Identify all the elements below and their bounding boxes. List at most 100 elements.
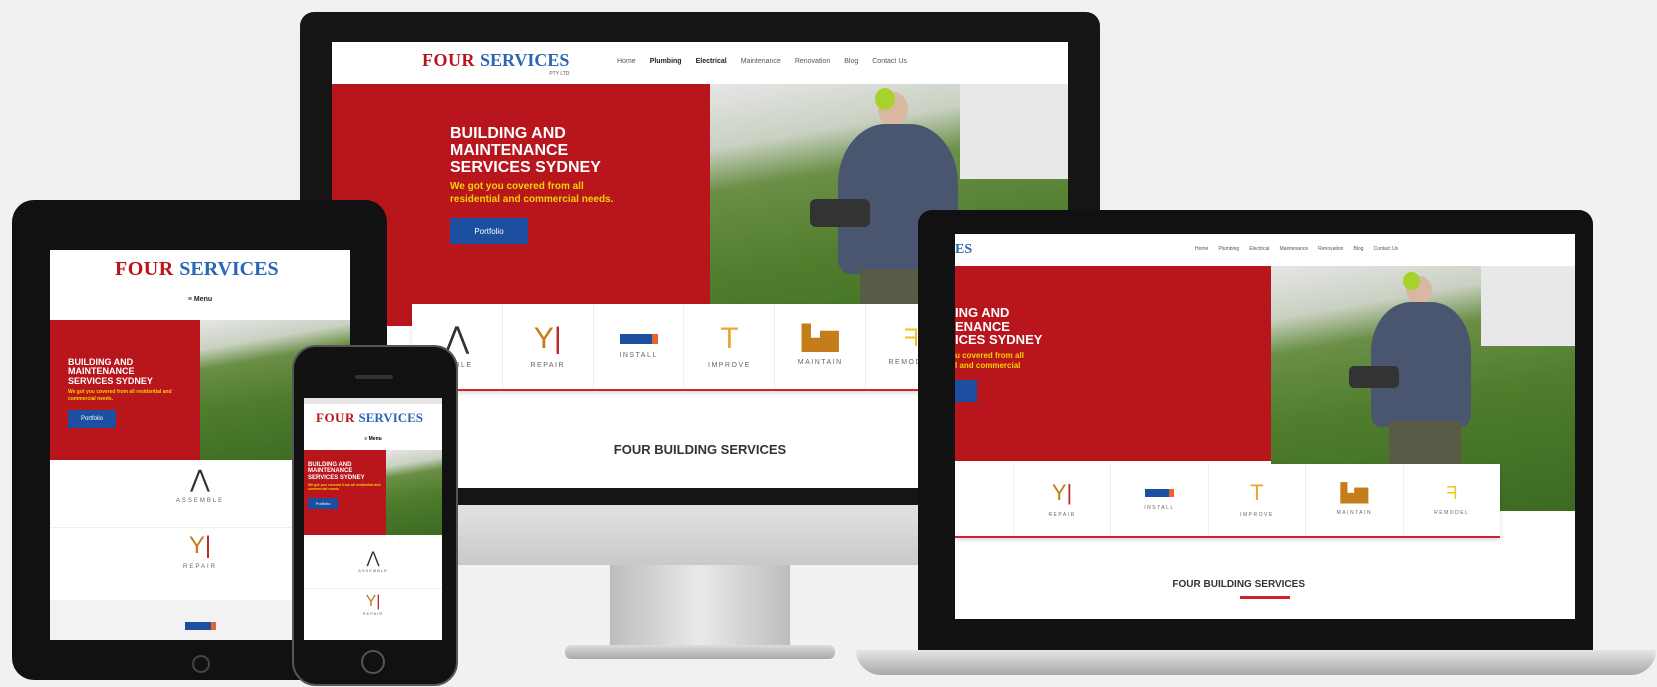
nail-gun-icon: ᖷ [1446, 483, 1458, 503]
service-label: INSTALL [619, 352, 658, 359]
laptop-header: ES Home Plumbing Electrical Maintenance … [955, 234, 1575, 266]
menu-toggle[interactable]: ≡ Menu [50, 296, 350, 303]
paint-roller-icon: T [720, 322, 739, 355]
phone-screen: FOUR SERVICES ≡ Menu BUILDING AND MAINTE… [304, 398, 442, 640]
nav-home[interactable]: Home [1195, 246, 1208, 252]
desktop-logo[interactable]: FOUR SERVICES PTY LTD [422, 50, 569, 77]
nav-home[interactable]: Home [617, 58, 636, 65]
tools-icon: Y| [365, 593, 381, 610]
hero-heading-3: ICES SYDNEY [955, 332, 1043, 348]
laptop-logo[interactable]: ES [955, 242, 972, 258]
service-install[interactable]: INSTALL [594, 304, 685, 389]
service-label: REMODEL [1434, 510, 1470, 516]
phone-menu-toggle[interactable]: ≡ Menu [304, 436, 442, 442]
nav-electrical[interactable]: Electrical [1249, 246, 1269, 252]
hero-heading-2: MAINTENANCE [450, 141, 569, 159]
service-remodel[interactable]: ᖷ REMODEL [1404, 464, 1500, 536]
section-underline [1240, 596, 1290, 599]
service-assemble[interactable] [955, 464, 1014, 536]
nav-maintenance[interactable]: Maintenance [741, 58, 781, 65]
monitor-stand [610, 565, 790, 650]
tools-icon: Y| [533, 322, 562, 355]
desktop-hero-text: BUILDING AND MAINTENANCE SERVICES SYDNEY… [450, 125, 650, 245]
laptop-screen: ES Home Plumbing Electrical Maintenance … [955, 234, 1575, 619]
phone-home-button[interactable] [361, 650, 385, 674]
hero-heading-3: SERVICES SYDNEY [450, 158, 601, 176]
service-label: INSTALL [1144, 505, 1175, 511]
laptop-hero-text: ING AND ENANCE ICES SYDNEY u covered fro… [955, 306, 1135, 402]
nav-plumbing[interactable]: Plumbing [1218, 246, 1239, 252]
nav-contact[interactable]: Contact Us [1373, 246, 1398, 252]
paint-bucket-icon: ▙▆ [1340, 483, 1369, 503]
ear-muffs [1403, 272, 1420, 290]
portfolio-button[interactable] [955, 379, 977, 402]
hero-subtext: u covered from all l and commercial [955, 350, 1024, 371]
nav-blog[interactable]: Blog [1353, 246, 1363, 252]
portfolio-button[interactable]: Portfolio [68, 410, 116, 429]
phone-hero-photo [386, 450, 442, 535]
phone-logo[interactable]: FOUR SERVICES [316, 410, 423, 426]
hedge-trimmer [1349, 366, 1399, 388]
laptop-section-title: FOUR BUILDING SERVICES [1172, 579, 1305, 590]
nav-plumbing-label: Plumbing [649, 58, 682, 65]
pliers-icon: ⋀ [366, 550, 380, 567]
desktop-header: FOUR SERVICES PTY LTD Home Plumbing Elec… [332, 42, 1068, 84]
service-improve[interactable]: T IMPROVE [1209, 464, 1307, 536]
hero-heading-1: BUILDING AND [450, 125, 566, 142]
logo-services: SERVICES [179, 258, 279, 280]
tablet-logo[interactable]: FOUR SERVICES [115, 258, 279, 281]
service-improve[interactable]: T IMPROVE [684, 304, 776, 389]
tools-icon: Y| [1051, 480, 1073, 505]
phone-speaker [355, 375, 393, 379]
service-repair[interactable]: Y| REPAIR [1014, 464, 1112, 536]
nav-electrical-label: Electrical [695, 58, 727, 65]
phone-hero-text: BUILDING AND MAINTENANCE SERVICES SYDNEY… [308, 462, 386, 509]
hero-heading-2: ENANCE [955, 318, 1010, 334]
hero-heading-3: SERVICES SYDNEY [308, 474, 365, 481]
portfolio-button[interactable]: Portfolio [450, 218, 528, 245]
monitor-base [565, 645, 835, 659]
hero-heading-1: ING AND [955, 305, 1010, 320]
service-label: MAINTAIN [1336, 510, 1373, 516]
laptop-base [856, 650, 1656, 675]
nav-plumbing[interactable]: Plumbing [650, 58, 682, 65]
laptop-services-bar: Y| REPAIR INSTALL T IMPROVE ▙▆ MAINTAIN ᖷ RE… [955, 464, 1500, 538]
nav-renovation[interactable]: Renovation [795, 58, 830, 65]
phone-service-assemble[interactable]: ⋀ ASSEMBLE [304, 548, 442, 589]
logo-services: SERVICES [358, 410, 424, 425]
logo-sub: PTY LTD [549, 71, 570, 77]
service-label: MAINTAIN [797, 359, 843, 366]
hero-subtext: We got you covered from all residential … [68, 389, 172, 402]
nav-contact[interactable]: Contact Us [872, 58, 907, 65]
nav-renovation[interactable]: Renovation [1318, 246, 1343, 252]
hero-heading-3: SERVICES SYDNEY [68, 375, 153, 386]
service-repair[interactable]: Y| REPAIR [503, 304, 594, 389]
logo-services: SERVICES [480, 50, 570, 70]
nav-maintenance[interactable]: Maintenance [1280, 246, 1309, 252]
portfolio-button[interactable]: Portfolio [308, 497, 338, 509]
service-maintain[interactable]: ▙▆ MAINTAIN [1306, 464, 1404, 536]
hedge-trimmer [810, 199, 870, 227]
ear-muffs [875, 88, 895, 110]
fence [1481, 266, 1575, 346]
service-label: ASSEMBLE [358, 568, 388, 573]
nail-gun-icon: ᖷ [903, 325, 919, 352]
desktop-nav: Home Plumbing Electrical Maintenance Ren… [617, 58, 907, 65]
hero-subtext: We got you covered from all residential … [308, 482, 381, 492]
drill-icon [1144, 489, 1174, 497]
service-label: REPAIR [1048, 512, 1076, 518]
phone-service-repair[interactable]: Y| REPAIR [304, 593, 442, 633]
service-install[interactable]: INSTALL [1111, 464, 1209, 536]
paint-bucket-icon: ▙▆ [801, 325, 839, 352]
logo-four: FOUR [316, 410, 355, 425]
paint-roller-icon: T [1250, 480, 1264, 505]
service-maintain[interactable]: ▙▆ MAINTAIN [775, 304, 867, 389]
nav-electrical[interactable]: Electrical [696, 58, 727, 65]
logo-four: FOUR [115, 258, 174, 280]
laptop-nav: Home Plumbing Electrical Maintenance Ren… [1195, 246, 1398, 252]
service-label: REPAIR [530, 362, 566, 369]
nav-blog[interactable]: Blog [844, 58, 858, 65]
service-label: IMPROVE [1240, 512, 1274, 518]
drill-icon [619, 334, 658, 344]
tablet-home-button[interactable] [192, 655, 210, 673]
